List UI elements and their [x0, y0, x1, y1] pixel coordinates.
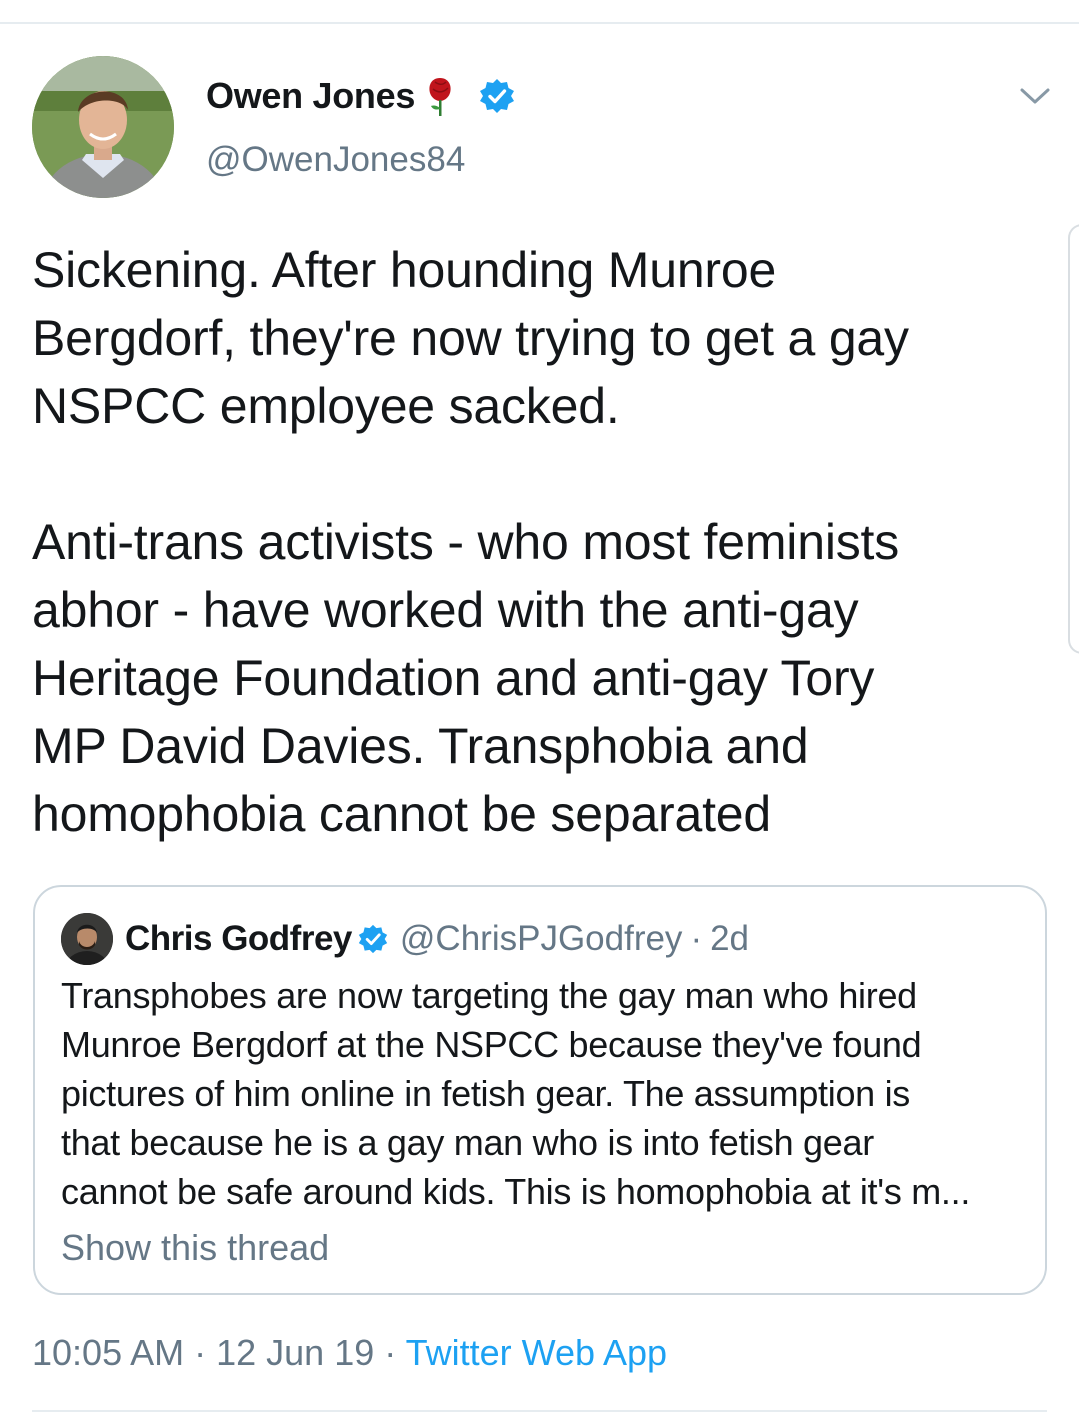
quoted-separator: ·: [690, 919, 703, 958]
quoted-verified-badge-icon: [358, 924, 388, 954]
quoted-tweet-text: Transphobes are now targeting the gay ma…: [61, 971, 1021, 1216]
author-handle[interactable]: @OwenJones84: [206, 140, 465, 180]
tweet-time[interactable]: 10:05 AM: [32, 1332, 184, 1373]
quoted-text-line: that because he is a gay man who is into…: [61, 1122, 874, 1163]
bottom-divider: [32, 1410, 1047, 1412]
tweet-text: Sickening. After hounding Munroe Bergdor…: [32, 236, 1052, 848]
tweet-paragraph: Anti-trans activists - who most feminist…: [32, 514, 900, 842]
quoted-text-line: pictures of him online in fetish gear. T…: [61, 1073, 910, 1114]
tweet-metadata: 10:05 AM · 12 Jun 19 · Twitter Web App: [32, 1332, 667, 1374]
quoted-author-avatar[interactable]: [61, 913, 113, 965]
quoted-author-name[interactable]: Chris Godfrey: [125, 919, 352, 959]
verified-badge-icon: [480, 79, 515, 113]
tweet-source-link[interactable]: Twitter Web App: [406, 1332, 667, 1373]
meta-separator: ·: [184, 1332, 217, 1373]
avatar-photo: [32, 56, 174, 198]
tweet-paragraph: Sickening. After hounding Munroe Bergdor…: [32, 242, 909, 434]
tweet-date[interactable]: 12 Jun 19: [216, 1332, 374, 1373]
scrollbar-edge[interactable]: [1068, 224, 1079, 654]
quoted-avatar-photo: [61, 913, 113, 965]
chevron-down-icon[interactable]: [1018, 84, 1052, 108]
quoted-text-line: Transphobes are now targeting the gay ma…: [61, 975, 917, 1016]
quoted-text-line: cannot be safe around kids. This is homo…: [61, 1171, 971, 1212]
quoted-timestamp[interactable]: 2d: [710, 919, 749, 959]
quoted-header: Chris Godfrey @ChrisPJGodfrey · 2d: [125, 913, 749, 965]
show-thread-link[interactable]: Show this thread: [61, 1227, 329, 1269]
meta-separator: ·: [374, 1332, 406, 1373]
author-name[interactable]: Owen Jones: [206, 75, 415, 117]
rose-icon: [429, 78, 451, 116]
author-name-row[interactable]: Owen Jones: [206, 74, 515, 118]
top-divider: [0, 22, 1079, 24]
quoted-text-line: Munroe Bergdorf at the NSPCC because the…: [61, 1024, 922, 1065]
author-avatar[interactable]: [32, 56, 174, 198]
quoted-author-handle[interactable]: @ChrisPJGodfrey: [400, 919, 683, 959]
quoted-tweet-card[interactable]: Chris Godfrey @ChrisPJGodfrey · 2d Trans…: [33, 885, 1047, 1295]
